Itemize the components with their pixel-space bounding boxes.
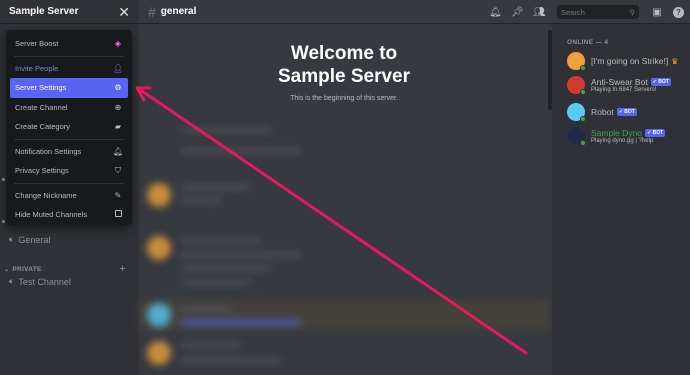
welcome-subtitle: This is the beginning of this server. <box>290 95 398 102</box>
member-status: Playing dyno.gg | ?help <box>591 138 654 144</box>
bot-badge: ✓ BOT <box>645 129 666 137</box>
unread-indicator <box>2 178 5 181</box>
category-label: PRIVATE <box>12 265 42 273</box>
welcome-title-line: Sample Server <box>277 66 411 87</box>
search-icon: ⚲ <box>629 7 636 17</box>
search-placeholder: Search <box>561 7 585 17</box>
channel-label: General <box>18 234 51 245</box>
menu-label: Server Settings <box>15 83 67 93</box>
crown-icon: ♛ <box>671 56 679 66</box>
member-item[interactable]: Robot ✓ BOT <box>567 103 637 122</box>
bell-icon: 🔔︎ <box>113 146 124 156</box>
pin-icon[interactable]: 📌︎ <box>511 7 524 18</box>
server-name: Sample Server <box>9 6 79 17</box>
member-name: Anti-Swear Bot <box>591 77 648 87</box>
locked-speaker-icon: 🔈︎ <box>9 276 15 286</box>
voice-channel-general[interactable]: 🔈︎ General <box>9 234 50 245</box>
menu-server-settings[interactable]: Server Settings ⚙ <box>10 78 128 98</box>
category-private[interactable]: ⌄ PRIVATE + <box>4 263 130 275</box>
gear-icon: ⚙ <box>114 83 122 93</box>
members-icon[interactable]: 👥︎ <box>533 7 546 18</box>
channel-header: # general 🔔︎ 📌︎ 👥︎ Search ⚲ ▣ ? <box>139 0 690 24</box>
server-header[interactable]: Sample Server ✕ <box>0 0 139 24</box>
menu-label: Invite People <box>15 63 59 73</box>
boost-icon: ◈ <box>114 39 122 49</box>
blurred-messages <box>139 110 549 375</box>
inbox-icon[interactable]: ▣ <box>651 7 663 18</box>
member-list: ONLINE — 4 [I'm going on Strike!] ♛ Anti-… <box>552 24 690 375</box>
menu-invite-people[interactable]: Invite People 👤︎ <box>10 59 128 79</box>
menu-create-channel[interactable]: Create Channel ⊕ <box>10 98 128 118</box>
member-item[interactable]: Anti-Swear Bot ✓ BOT Playing In 6847 Serv… <box>567 76 671 95</box>
voice-channel-test[interactable]: 🔈︎ Test Channel <box>9 276 71 287</box>
plus-circle-icon: ⊕ <box>114 102 122 112</box>
bot-badge: ✓ BOT <box>616 108 637 116</box>
avatar <box>567 127 586 146</box>
avatar <box>567 103 586 122</box>
member-item[interactable]: Sample Dyno ✓ BOT Playing dyno.gg | ?help <box>567 127 666 146</box>
member-name: Sample Dyno <box>591 128 643 138</box>
channel-title: general <box>160 6 197 17</box>
bot-badge: ✓ BOT <box>650 78 671 86</box>
menu-label: Create Channel <box>15 102 68 112</box>
avatar <box>567 52 586 71</box>
menu-server-boost[interactable]: Server Boost ◈ <box>10 34 128 54</box>
member-name: [I'm going on Strike!] <box>591 56 669 66</box>
menu-hide-muted-channels[interactable]: Hide Muted Channels <box>10 205 128 225</box>
unread-indicator <box>2 220 5 223</box>
menu-label: Notification Settings <box>15 146 82 156</box>
pencil-icon: ✎ <box>114 190 122 200</box>
hash-icon: # <box>148 3 156 20</box>
search-input[interactable]: Search ⚲ <box>557 5 639 19</box>
add-person-icon: 👤︎ <box>113 63 124 73</box>
header-toolbar: 🔔︎ 📌︎ 👥︎ Search ⚲ ▣ ? <box>489 0 690 24</box>
bell-icon[interactable]: 🔔︎ <box>489 7 502 18</box>
member-name: Robot <box>591 107 614 117</box>
server-dropdown-menu: Server Boost ◈ Invite People 👤︎ Server S… <box>6 30 132 225</box>
menu-label: Privacy Settings <box>15 166 69 176</box>
channel-label: Test Channel <box>18 276 71 287</box>
speaker-icon: 🔈︎ <box>9 234 15 244</box>
member-item[interactable]: [I'm going on Strike!] ♛ <box>567 52 679 71</box>
menu-label: Hide Muted Channels <box>15 210 88 220</box>
menu-notification-settings[interactable]: Notification Settings 🔔︎ <box>10 142 128 162</box>
menu-label: Create Category <box>15 122 71 132</box>
menu-label: Change Nickname <box>15 190 77 200</box>
online-header: ONLINE — 4 <box>567 39 609 46</box>
shield-icon: ⛉ <box>115 165 121 175</box>
folder-plus-icon: ▰ <box>114 122 122 132</box>
member-status: Playing In 6847 Servers! <box>591 87 657 93</box>
menu-create-category[interactable]: Create Category ▰ <box>10 117 128 137</box>
checkbox-icon[interactable] <box>113 210 123 219</box>
menu-divider <box>14 182 124 184</box>
welcome-title: Welcome to Sample Server <box>139 42 549 88</box>
menu-label: Server Boost <box>15 39 59 49</box>
menu-divider <box>14 138 124 140</box>
menu-divider <box>14 55 124 57</box>
welcome-title-line: Welcome to <box>290 43 398 64</box>
close-icon[interactable]: ✕ <box>118 5 130 19</box>
add-channel-icon[interactable]: + <box>119 263 126 275</box>
menu-change-nickname[interactable]: Change Nickname ✎ <box>10 186 128 206</box>
menu-privacy-settings[interactable]: Privacy Settings ⛉ <box>10 161 128 181</box>
avatar <box>567 76 586 95</box>
help-icon[interactable]: ? <box>673 6 684 18</box>
